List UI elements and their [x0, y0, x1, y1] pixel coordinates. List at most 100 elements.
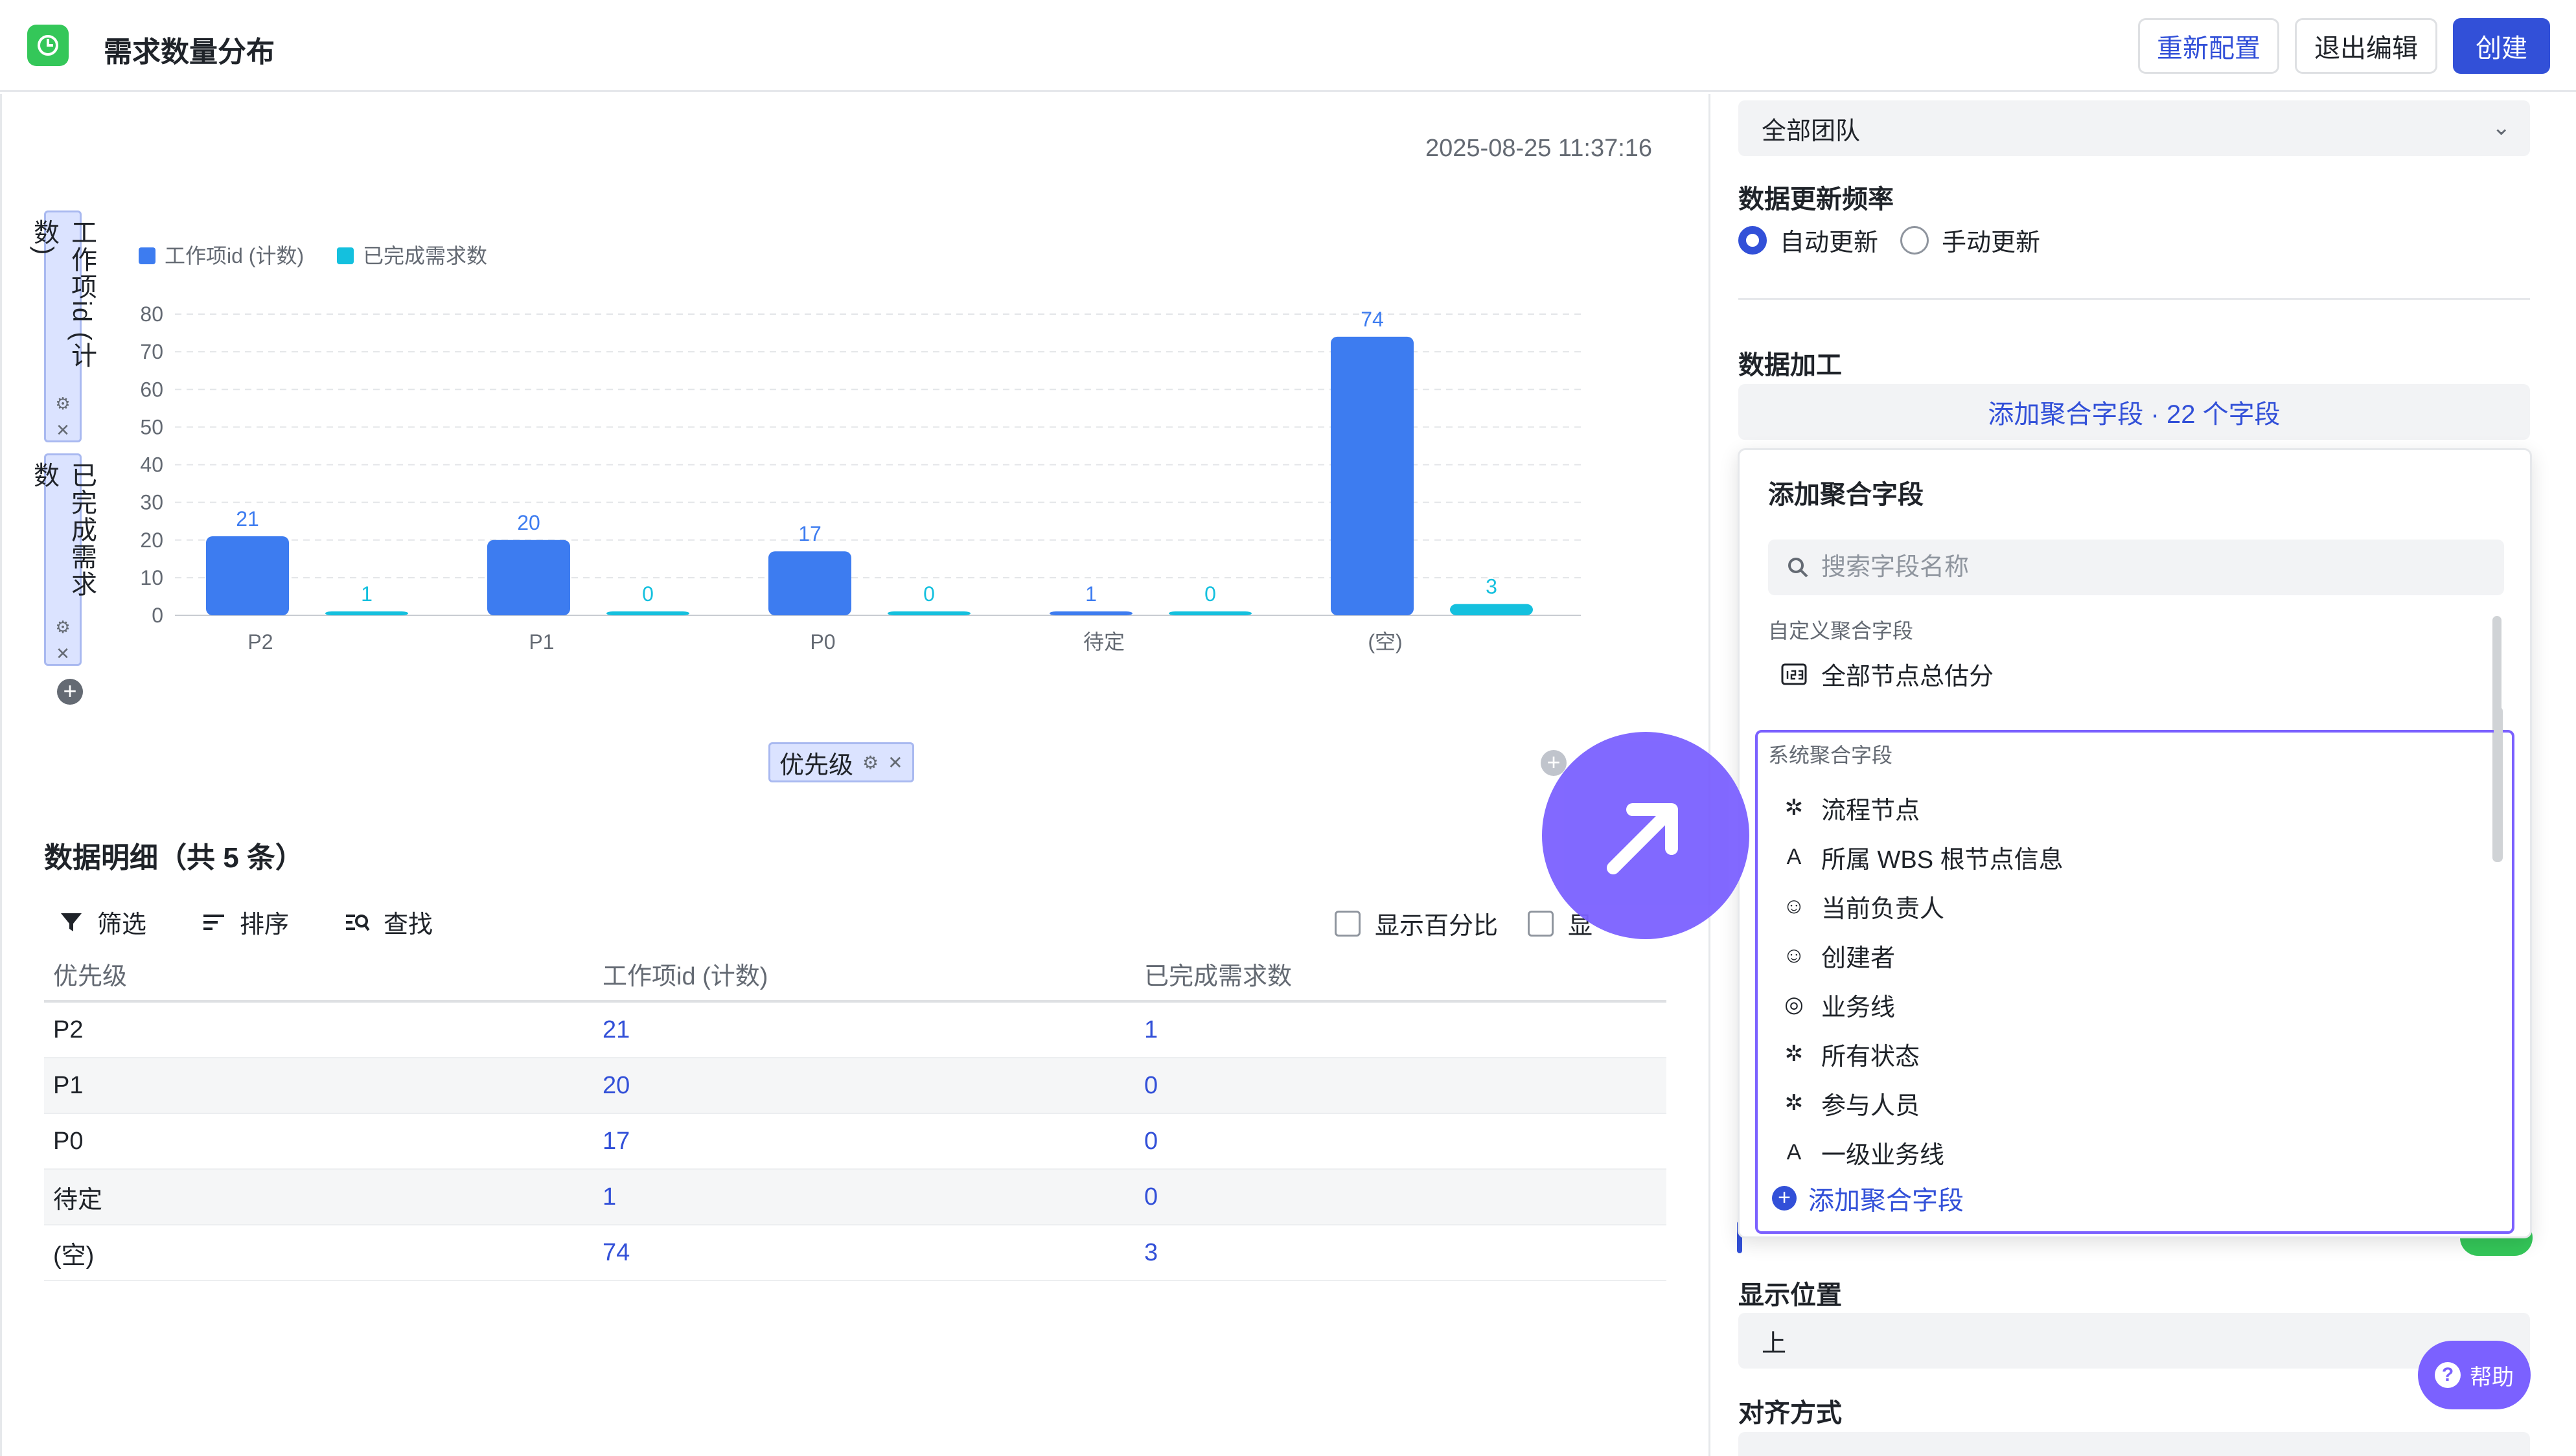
scrollbar[interactable] [2494, 707, 2503, 862]
add-aggregate-field-link[interactable]: + 添加聚合字段 [1772, 1179, 1964, 1217]
field-search[interactable] [1768, 540, 2504, 595]
y-tick-label: 80 [140, 302, 163, 326]
table-row: P1 20 0 [44, 1058, 1666, 1114]
system-field-item[interactable]: A 所属 WBS 根节点信息 [1781, 832, 2064, 882]
radio-label: 手动更新 [1942, 229, 2041, 256]
display-position-select[interactable]: 上 ⌄ [1738, 1313, 2530, 1369]
auto-update-radio[interactable]: 自动更新 [1738, 222, 1878, 258]
cell-priority: 待定 [53, 1186, 103, 1214]
x-field-pill[interactable]: 优先级 ⚙ ✕ [768, 742, 914, 782]
bar[interactable] [487, 540, 570, 615]
y-tick-label: 10 [140, 566, 163, 589]
checkbox-box[interactable] [1528, 910, 1554, 937]
bar[interactable] [206, 536, 289, 615]
system-field-item[interactable]: ✲ 参与人员 [1781, 1078, 2064, 1128]
x-tick-label: 待定 [1083, 630, 1125, 654]
gear-icon[interactable]: ⚙ [862, 752, 879, 773]
field-label: 流程节点 [1821, 797, 1920, 825]
add-aggregate-field-button[interactable]: 添加聚合字段 · 22 个字段 [1738, 384, 2530, 440]
reconfigure-button[interactable]: 重新配置 [2138, 18, 2279, 74]
column-header[interactable]: 工作项id (计数) [593, 956, 1135, 992]
y-field-pill-count[interactable]: 工作项id (计数) ⚙ ✕ [30, 210, 96, 442]
update-frequency-label: 数据更新频率 [1738, 185, 1894, 214]
system-field-item[interactable]: ✲ 所有状态 [1781, 1029, 2064, 1078]
search-input[interactable] [1821, 553, 2469, 582]
close-icon[interactable]: ✕ [56, 420, 70, 440]
cell-count[interactable]: 17 [593, 1128, 1135, 1155]
custom-group-label: 自定义聚合字段 [1768, 619, 1914, 643]
y-tick-label: 20 [140, 529, 163, 552]
field-label: 当前负责人 [1821, 895, 1945, 923]
cell-count[interactable]: 20 [593, 1072, 1135, 1100]
popup-title: 添加聚合字段 [1768, 481, 1924, 509]
gear-icon[interactable]: ⚙ [55, 394, 70, 414]
cell-done[interactable]: 3 [1135, 1239, 1666, 1267]
y-tick-label: 60 [140, 378, 163, 401]
cell-done[interactable]: 0 [1135, 1128, 1666, 1155]
help-button[interactable]: ? 帮助 [2418, 1341, 2531, 1409]
cell-count[interactable]: 74 [593, 1239, 1135, 1267]
radio-dot[interactable] [1900, 225, 1929, 255]
column-header[interactable]: 已完成需求数 [1135, 956, 1666, 992]
sort-button[interactable]: 排序 [201, 904, 289, 940]
app-logo-icon [27, 25, 69, 66]
legend-label[interactable]: 工作项id (计数) [165, 244, 304, 267]
team-select[interactable]: 全部团队 ⌄ [1738, 100, 2530, 156]
y-tick-label: 30 [140, 491, 163, 514]
bar[interactable] [325, 611, 408, 615]
detail-table: 优先级 工作项id (计数) 已完成需求数 P2 21 1 P1 20 0 P0… [44, 947, 1666, 1281]
cursor-arrow-icon [1542, 732, 1749, 939]
x-tick-label: P1 [529, 630, 554, 654]
field-label: 所有状态 [1821, 1043, 1920, 1071]
exit-edit-button[interactable]: 退出编辑 [2295, 18, 2437, 74]
gear-icon[interactable]: ⚙ [55, 617, 70, 637]
bar[interactable] [768, 551, 851, 615]
bar[interactable] [1050, 611, 1133, 615]
system-field-item[interactable]: ◎ 业务线 [1781, 980, 2064, 1029]
system-field-item[interactable]: A 一级业务线 [1781, 1128, 2064, 1177]
system-field-item[interactable]: ☺ 创建者 [1781, 931, 2064, 980]
add-y-field-icon[interactable]: + [57, 679, 83, 705]
detail-title: 数据明细（共 5 条） [44, 842, 304, 874]
manual-update-radio[interactable]: 手动更新 [1900, 222, 2040, 258]
alignment-select[interactable] [1738, 1432, 2530, 1456]
data-label: 20 [517, 511, 540, 534]
show-percent-checkbox[interactable]: 显示百分比 [1335, 905, 1498, 941]
x-tick-label: P0 [810, 630, 835, 654]
system-group-label: 系统聚合字段 [1768, 744, 1893, 767]
y-tick-label: 40 [140, 453, 163, 477]
cell-priority: P0 [53, 1127, 84, 1155]
text-icon: A [1786, 1139, 1802, 1165]
y-field-pill-done[interactable]: 已完成需求数 ⚙ ✕ [30, 453, 96, 666]
system-fields-group: 系统聚合字段 ✲ 流程节点 A 所属 WBS 根节点信息 ☺ 当前负责人 ☺ 创建者 ◎ 业务线 ✲… [1755, 707, 2514, 1234]
create-button[interactable]: 创建 [2453, 18, 2550, 74]
bar[interactable] [1450, 604, 1533, 615]
star-list-icon: ✲ [1784, 795, 1804, 820]
system-field-item[interactable]: ✲ 流程节点 [1781, 783, 2064, 832]
plus-circle-icon: + [1772, 1186, 1797, 1211]
legend-label[interactable]: 已完成需求数 [363, 244, 487, 267]
cell-done[interactable]: 0 [1135, 1183, 1666, 1211]
sort-icon [203, 914, 224, 930]
custom-field-item[interactable]: 全部节点总估分 [1781, 656, 1994, 692]
y-tick-label: 0 [152, 604, 163, 627]
radio-dot[interactable] [1738, 225, 1767, 255]
close-icon[interactable]: ✕ [888, 752, 903, 773]
cell-done[interactable]: 0 [1135, 1072, 1666, 1100]
cell-done[interactable]: 1 [1135, 1016, 1666, 1044]
cell-count[interactable]: 21 [593, 1016, 1135, 1044]
bar[interactable] [888, 611, 971, 615]
filter-button[interactable]: 筛选 [58, 904, 146, 940]
bar[interactable] [606, 611, 689, 615]
find-button[interactable]: 查找 [345, 904, 433, 940]
close-icon[interactable]: ✕ [56, 644, 70, 664]
find-label: 查找 [384, 911, 433, 938]
system-field-item[interactable]: ☺ 当前负责人 [1781, 882, 2064, 931]
bar[interactable] [1331, 336, 1414, 615]
checkbox-box[interactable] [1335, 910, 1361, 937]
filter-icon [61, 913, 82, 931]
bar[interactable] [1169, 611, 1252, 615]
column-header[interactable]: 优先级 [44, 956, 593, 992]
cell-count[interactable]: 1 [593, 1183, 1135, 1211]
number-icon [1781, 663, 1807, 685]
